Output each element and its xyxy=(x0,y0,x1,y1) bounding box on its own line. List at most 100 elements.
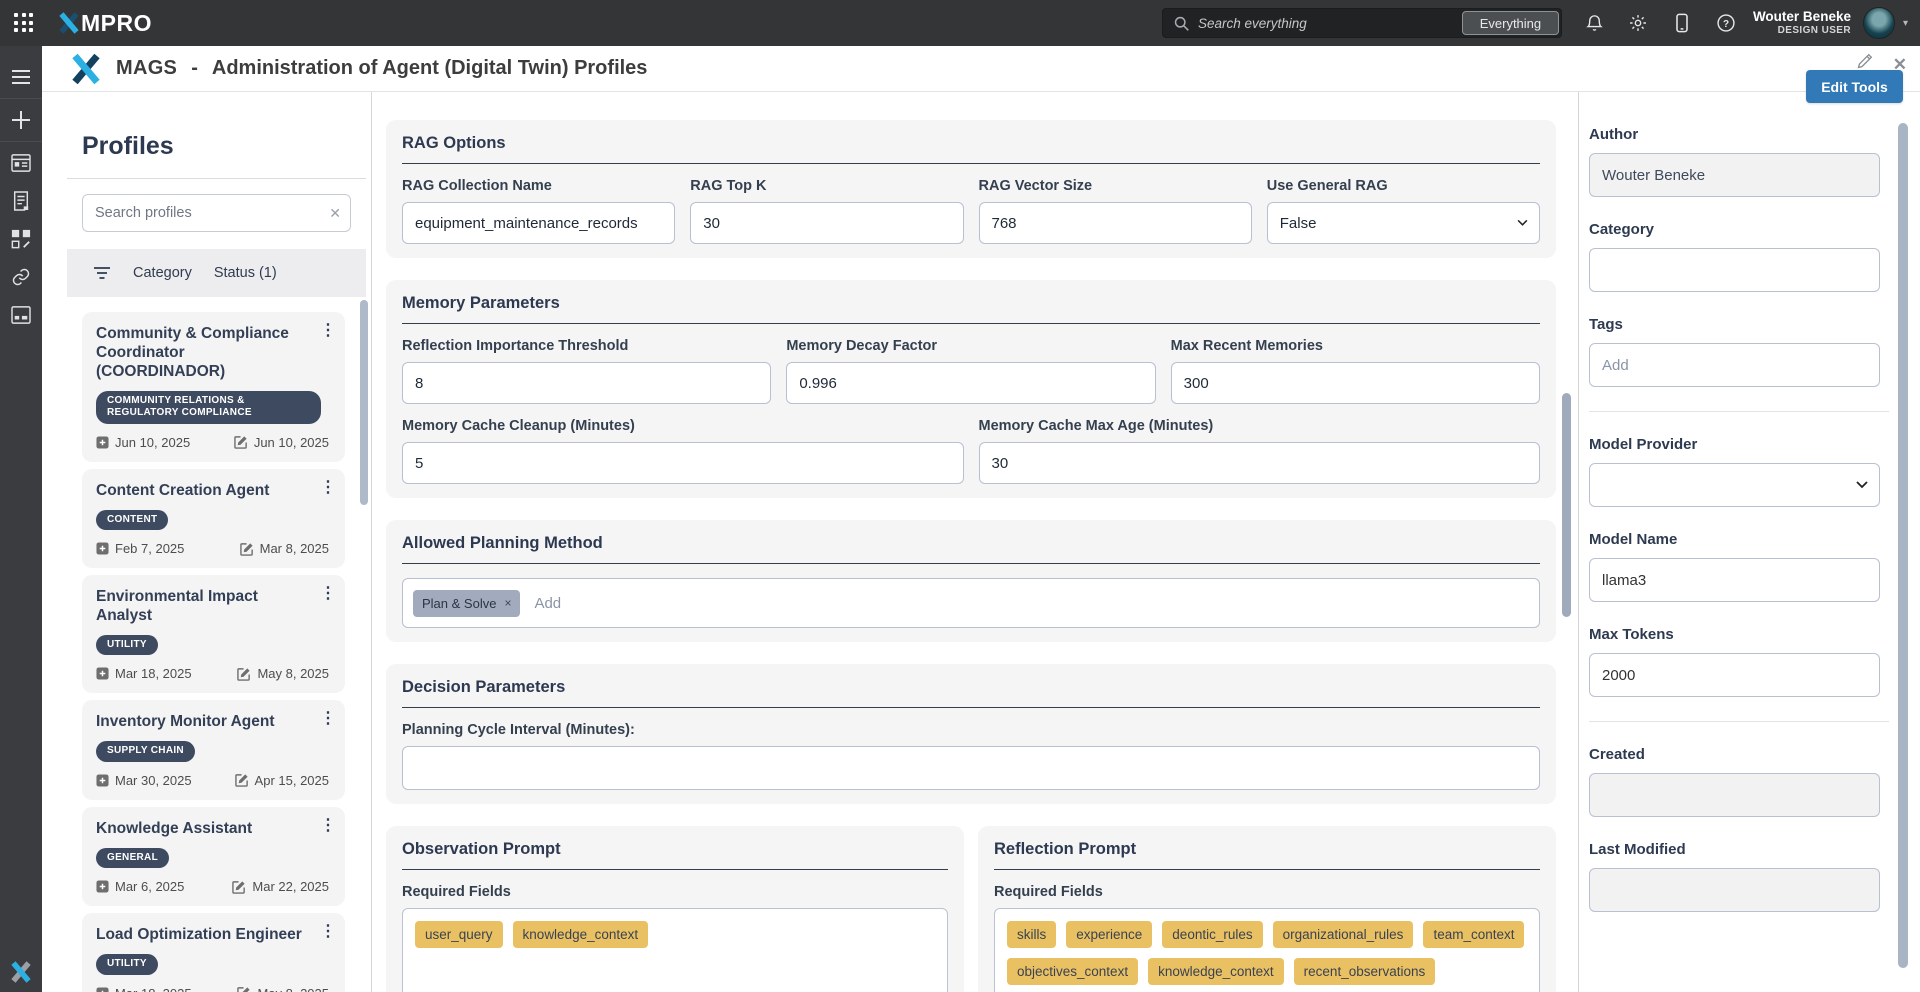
user-role: DESIGN USER xyxy=(1753,25,1851,37)
menu-icon[interactable] xyxy=(0,58,42,96)
profile-name: Knowledge Assistant xyxy=(96,820,331,839)
profile-name: Content Creation Agent xyxy=(96,482,331,501)
profile-dates: Mar 18, 2025 May 8, 2025 xyxy=(96,666,331,681)
created-input xyxy=(1589,773,1880,817)
section-title: Allowed Planning Method xyxy=(402,534,1540,553)
app-grid-icon[interactable] xyxy=(14,13,34,33)
field-tag: knowledge_context xyxy=(513,921,649,948)
observation-required-fields: user_query knowledge_context xyxy=(402,908,948,992)
created-date: Mar 6, 2025 xyxy=(115,879,184,894)
profile-name: Inventory Monitor Agent xyxy=(96,713,331,732)
model-name-input[interactable] xyxy=(1589,558,1880,602)
modified-date: Jun 10, 2025 xyxy=(254,435,329,450)
filter-status[interactable]: Status (1) xyxy=(214,265,277,281)
modified-date: Apr 15, 2025 xyxy=(255,773,329,788)
user-menu[interactable]: Wouter Beneke DESIGN USER xyxy=(1753,9,1851,37)
left-rail xyxy=(0,46,42,992)
edit-date-icon xyxy=(234,435,248,449)
profiles-scrollbar[interactable] xyxy=(360,300,368,505)
clear-search-icon[interactable]: ✕ xyxy=(329,205,341,222)
bell-icon[interactable] xyxy=(1584,13,1605,34)
rag-top-k-input[interactable] xyxy=(690,202,963,244)
profile-card[interactable]: ⋮ Load Optimization Engineer UTILITY Mar… xyxy=(82,913,345,992)
section-title: Decision Parameters xyxy=(402,678,1540,697)
content-scrollbar[interactable] xyxy=(1562,393,1571,617)
window-icon[interactable] xyxy=(0,144,42,182)
divider xyxy=(1589,411,1889,412)
memory-cache-cleanup-input[interactable] xyxy=(402,442,964,484)
edit-date-icon xyxy=(240,542,254,556)
search-input[interactable] xyxy=(1198,16,1448,31)
section-title: RAG Options xyxy=(402,134,1540,153)
category-input[interactable] xyxy=(1589,248,1880,292)
max-recent-memories-input[interactable] xyxy=(1171,362,1540,404)
card-icon[interactable] xyxy=(0,296,42,334)
avatar[interactable] xyxy=(1863,7,1895,39)
plus-icon[interactable] xyxy=(0,101,42,139)
kebab-menu-icon[interactable]: ⋮ xyxy=(320,818,336,834)
kebab-menu-icon[interactable]: ⋮ xyxy=(320,711,336,727)
widgets-icon[interactable] xyxy=(0,220,42,258)
tags-input[interactable] xyxy=(1589,343,1880,387)
mobile-icon[interactable] xyxy=(1672,13,1693,34)
field-tag: user_query xyxy=(415,921,503,948)
profiles-title: Profiles xyxy=(82,132,371,161)
profile-card[interactable]: ⋮ Content Creation Agent CONTENT Feb 7, … xyxy=(82,469,345,568)
memory-decay-factor-input[interactable] xyxy=(786,362,1155,404)
memory-cache-max-age-input[interactable] xyxy=(979,442,1541,484)
profile-card[interactable]: ⋮ Inventory Monitor Agent SUPPLY CHAIN M… xyxy=(82,700,345,799)
edit-tools-button[interactable]: Edit Tools xyxy=(1806,70,1903,103)
section-reflection-prompt: Reflection Prompt Required Fields skills… xyxy=(978,826,1556,992)
gear-icon[interactable] xyxy=(1628,13,1649,34)
created-date: Jun 10, 2025 xyxy=(115,435,190,450)
max-tokens-input[interactable] xyxy=(1589,653,1880,697)
profile-search-input[interactable] xyxy=(83,205,350,221)
reflection-required-fields: skills experience deontic_rules organiza… xyxy=(994,908,1540,992)
remove-chip-icon[interactable]: × xyxy=(504,596,511,610)
global-search: Everything xyxy=(1162,8,1562,38)
edit-date-icon xyxy=(235,773,249,787)
planning-method-tag-input[interactable]: Plan & Solve × Add xyxy=(402,578,1540,628)
model-provider-select[interactable] xyxy=(1589,463,1880,507)
kebab-menu-icon[interactable]: ⋮ xyxy=(320,586,336,602)
edit-pencil-icon[interactable] xyxy=(1856,53,1873,70)
filter-category[interactable]: Category xyxy=(133,265,192,281)
help-icon[interactable]: ? xyxy=(1716,13,1737,34)
rag-vector-size-input[interactable] xyxy=(979,202,1252,244)
profile-name: Environmental Impact Analyst xyxy=(96,588,331,626)
kebab-menu-icon[interactable]: ⋮ xyxy=(320,323,336,339)
topbar: MPRO Everything xyxy=(0,0,1920,46)
profile-card[interactable]: ⋮ Community & Compliance Coordinator (CO… xyxy=(82,312,345,462)
profile-name: Community & Compliance Coordinator (COOR… xyxy=(96,325,331,382)
kebab-menu-icon[interactable]: ⋮ xyxy=(320,924,336,940)
divider xyxy=(67,178,366,179)
calendar-plus-icon xyxy=(96,987,109,992)
profile-card[interactable]: ⋮ Environmental Impact Analyst UTILITY M… xyxy=(82,575,345,693)
category-badge: UTILITY xyxy=(96,954,158,975)
section-allowed-planning-method: Allowed Planning Method Plan & Solve × A… xyxy=(386,520,1556,642)
document-icon[interactable] xyxy=(0,182,42,220)
rag-collection-name-input[interactable] xyxy=(402,202,675,244)
profile-list: ⋮ Community & Compliance Coordinator (CO… xyxy=(82,312,371,992)
link-icon[interactable] xyxy=(0,258,42,296)
xmpro-x-icon xyxy=(58,11,80,35)
details-scrollbar[interactable] xyxy=(1898,123,1908,968)
brand-wordmark: MPRO xyxy=(81,10,152,37)
xmpro-x-footer-logo[interactable] xyxy=(0,960,42,984)
last-modified-input xyxy=(1589,868,1880,912)
search-scope-button[interactable]: Everything xyxy=(1462,11,1559,35)
profiles-panel: Profiles ✕ Category Status (1) ⋮ xyxy=(42,92,372,992)
use-general-rag-select[interactable]: False xyxy=(1267,202,1540,244)
page-header: MAGS - Administration of Agent (Digital … xyxy=(42,46,1920,92)
caret-down-icon[interactable]: ▾ xyxy=(1903,18,1908,29)
reflection-importance-threshold-input[interactable] xyxy=(402,362,771,404)
edit-date-icon xyxy=(237,986,251,992)
category-badge: CONTENT xyxy=(96,510,168,531)
filter-icon[interactable] xyxy=(93,266,111,280)
planning-cycle-interval-input[interactable] xyxy=(402,746,1540,790)
edit-date-icon xyxy=(232,880,246,894)
calendar-plus-icon xyxy=(96,542,109,555)
chevron-down-icon xyxy=(1517,220,1528,227)
kebab-menu-icon[interactable]: ⋮ xyxy=(320,480,336,496)
profile-card[interactable]: ⋮ Knowledge Assistant GENERAL Mar 6, 202… xyxy=(82,807,345,906)
